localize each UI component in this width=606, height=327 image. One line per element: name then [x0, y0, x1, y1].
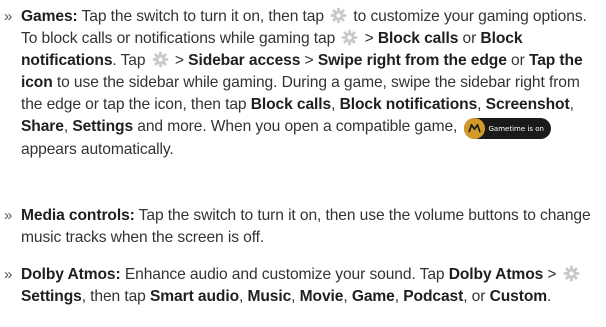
- term-swipe-right: Swipe right from the edge: [317, 52, 507, 69]
- text-run: >: [300, 52, 318, 69]
- text-run: ,: [569, 96, 574, 113]
- text-run: and more. When you open a compatible gam…: [133, 118, 462, 135]
- text-run: Enhance audio and customize your sound. …: [120, 266, 449, 283]
- text-run: appears automatically.: [21, 141, 174, 158]
- term-podcast: Podcast: [403, 288, 464, 305]
- gear-icon: [341, 29, 358, 46]
- term-block-notifications: Block notifications: [339, 96, 478, 113]
- text-run: >: [360, 30, 378, 47]
- dolby-label: Dolby Atmos:: [21, 266, 121, 283]
- media-label: Media controls:: [21, 207, 135, 224]
- text-run: , then tap: [81, 288, 150, 305]
- text-run: >: [170, 52, 189, 69]
- text-run: ,: [291, 288, 300, 305]
- badge-text: Gametime is on: [488, 124, 544, 133]
- term-settings: Settings: [72, 118, 134, 135]
- moto-logo-icon: [463, 118, 485, 139]
- games-label: Games:: [21, 8, 78, 25]
- bullet-marker: »: [4, 8, 13, 25]
- term-music: Music: [247, 288, 292, 305]
- term-smart-audio: Smart audio: [149, 288, 239, 305]
- media-paragraph: Media controls: Tap the switch to turn i…: [21, 205, 604, 249]
- gear-icon: [330, 7, 347, 24]
- term-settings: Settings: [21, 288, 82, 305]
- term-block-calls: Block calls: [250, 96, 332, 113]
- document-page: » Games: Tap the switch to turn it on, t…: [0, 0, 606, 327]
- text-run: or: [458, 30, 481, 47]
- text-run: ,: [331, 96, 340, 113]
- text-run: ,: [394, 288, 404, 305]
- dolby-paragraph: Dolby Atmos: Enhance audio and customize…: [21, 264, 604, 308]
- games-paragraph: Games: Tap the switch to turn it on, the…: [21, 6, 604, 161]
- gametime-badge: Gametime is on: [463, 118, 551, 139]
- term-block-calls: Block calls: [377, 30, 459, 47]
- bullet-marker: »: [4, 207, 13, 224]
- term-share: Share: [21, 118, 64, 135]
- term-sidebar-access: Sidebar access: [188, 52, 301, 69]
- term-dolby-atmos: Dolby Atmos: [448, 266, 544, 283]
- text-run: Tap the switch to turn it on, then tap: [77, 8, 329, 25]
- text-run: . Tap: [112, 52, 150, 69]
- gear-icon: [563, 265, 580, 282]
- list-item-games: » Games: Tap the switch to turn it on, t…: [4, 6, 604, 161]
- text-run: or: [506, 52, 529, 69]
- term-custom: Custom: [489, 288, 548, 305]
- list-item-media-controls: » Media controls: Tap the switch to turn…: [4, 205, 604, 249]
- bullet-marker: »: [4, 266, 13, 283]
- term-movie: Movie: [299, 288, 344, 305]
- text-run: ,: [343, 288, 352, 305]
- text-run: >: [543, 266, 561, 283]
- text-run: ,: [477, 96, 486, 113]
- text-run: .: [547, 288, 552, 305]
- gear-icon: [152, 51, 169, 68]
- term-screenshot: Screenshot: [485, 96, 570, 113]
- text-run: , or: [463, 288, 490, 305]
- term-game: Game: [351, 288, 395, 305]
- list-item-dolby-atmos: » Dolby Atmos: Enhance audio and customi…: [4, 264, 604, 308]
